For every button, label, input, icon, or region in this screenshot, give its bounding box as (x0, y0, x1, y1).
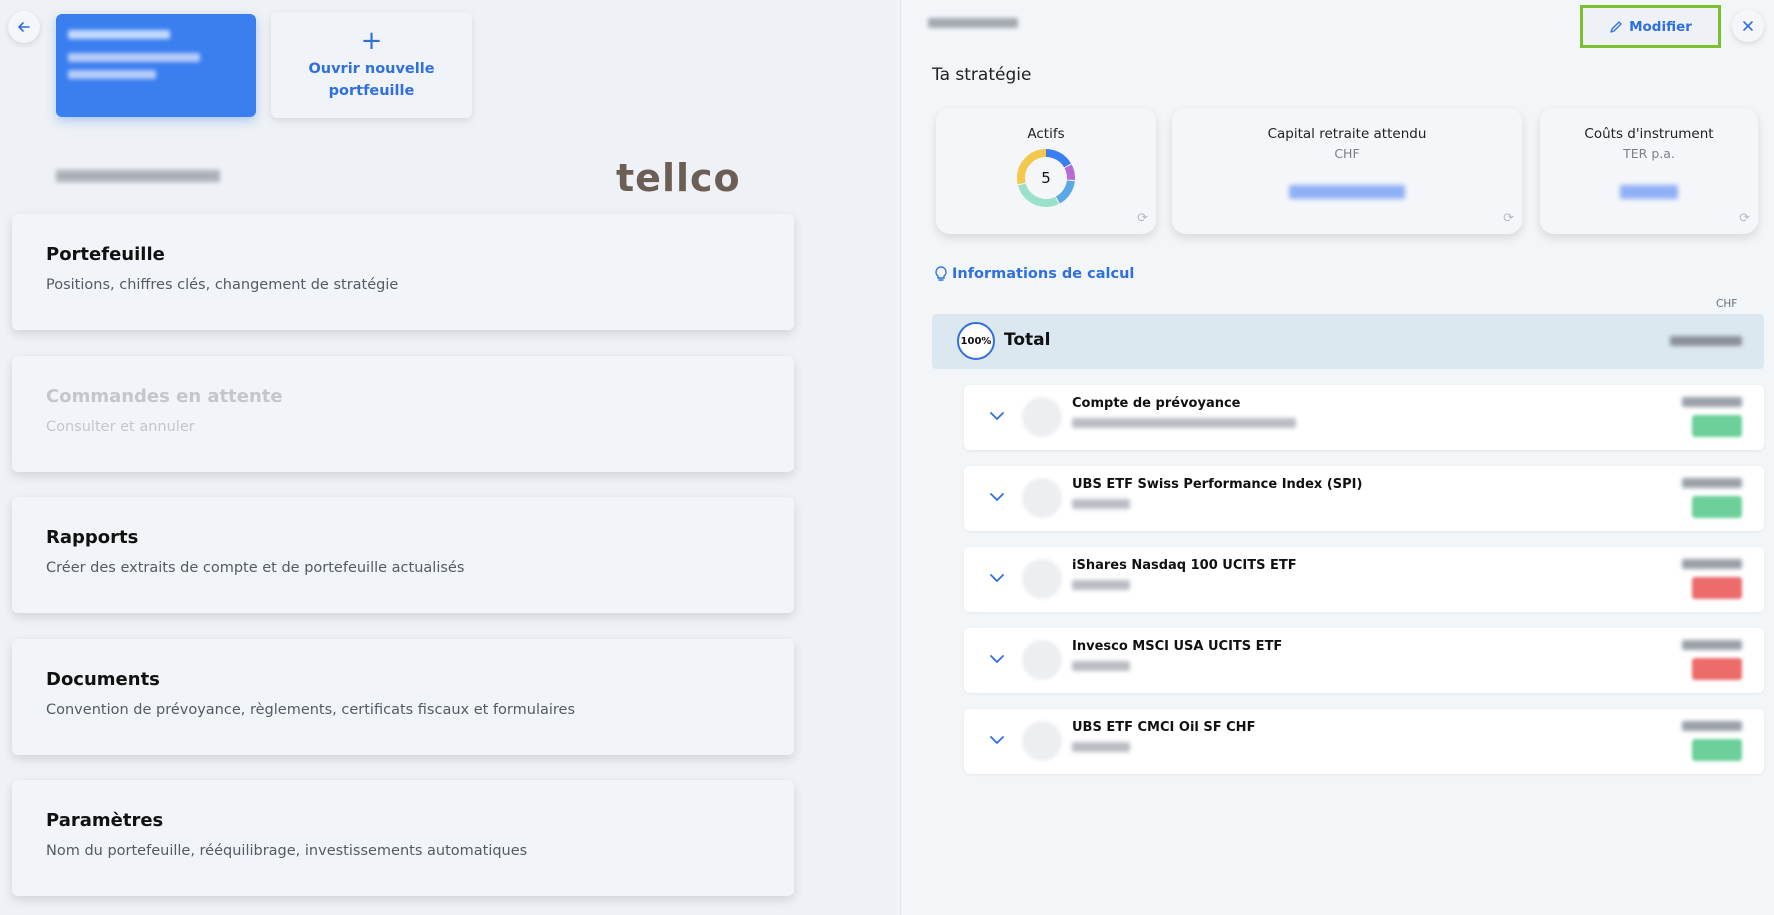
refresh-icon: ⟳ (1137, 211, 1148, 226)
new-portfolio-label-line1: Ouvrir nouvelle (308, 61, 435, 77)
position-amount-redacted (1682, 559, 1742, 569)
kpi-costs-label: Coûts d'instrument (1584, 126, 1714, 142)
user-name-redacted (56, 170, 220, 182)
modify-button[interactable]: Modifier (1580, 5, 1721, 48)
total-label: Total (1004, 330, 1051, 350)
kpi-costs-value-redacted (1620, 185, 1678, 199)
position-row[interactable]: UBS ETF CMCI Oil SF CHF (964, 709, 1764, 774)
position-name: UBS ETF Swiss Performance Index (SPI) (1072, 477, 1363, 492)
position-change-badge (1692, 577, 1742, 599)
kpi-capital-value-redacted (1289, 185, 1405, 199)
position-detail-redacted (1072, 418, 1296, 428)
plus-icon: + (360, 26, 383, 56)
menu-item-subtitle: Consulter et annuler (46, 419, 195, 435)
lightbulb-icon (935, 266, 947, 281)
strategy-title: Ta stratégie (932, 65, 1032, 85)
modify-label: Modifier (1629, 18, 1692, 35)
menu-item-subtitle: Positions, chiffres clés, changement de … (46, 277, 399, 293)
menu-item-documents[interactable]: Documents Convention de prévoyance, règl… (12, 639, 794, 755)
position-detail-redacted (1072, 580, 1130, 590)
portfolio-value-redacted (68, 70, 156, 79)
position-detail-redacted (1072, 742, 1130, 752)
asset-allocation-donut: 5 (1016, 148, 1076, 208)
instrument-logo (1022, 640, 1062, 680)
menu-item-subtitle: Convention de prévoyance, règlements, ce… (46, 702, 576, 718)
menu-item-subtitle: Nom du portefeuille, rééquilibrage, inve… (46, 843, 528, 859)
menu-item-title: Portefeuille (46, 244, 165, 265)
chevron-down-icon[interactable] (990, 490, 1004, 506)
close-button[interactable] (1732, 10, 1764, 42)
kpi-assets-card[interactable]: Actifs 5 ⟳ (936, 108, 1156, 234)
chevron-down-icon[interactable] (990, 652, 1004, 668)
kpi-assets-count: 5 (1041, 169, 1051, 187)
kpi-capital-card[interactable]: Capital retraite attendu CHF ⟳ (1172, 108, 1522, 234)
currency-header: CHF (1716, 298, 1738, 310)
position-change-badge (1692, 496, 1742, 518)
instrument-logo (1022, 397, 1062, 437)
total-row: 100% Total (932, 314, 1764, 369)
portfolio-number-redacted (68, 53, 200, 62)
open-new-portfolio-button[interactable]: + Ouvrir nouvelle portfeuille (271, 12, 472, 118)
calculation-info-label: Informations de calcul (952, 266, 1135, 282)
position-amount-redacted (1682, 397, 1742, 407)
position-row[interactable]: UBS ETF Swiss Performance Index (SPI) (964, 466, 1764, 531)
kpi-costs-card[interactable]: Coûts d'instrument TER p.a. ⟳ (1540, 108, 1758, 234)
pencil-icon (1610, 20, 1622, 33)
position-change-badge (1692, 415, 1742, 437)
kpi-capital-label: Capital retraite attendu (1267, 126, 1427, 142)
active-portfolio-card[interactable] (56, 14, 256, 117)
account-name-redacted (928, 18, 1018, 28)
tellco-logo: tellco (616, 156, 741, 200)
menu-item-rapports[interactable]: Rapports Créer des extraits de compte et… (12, 497, 794, 613)
total-percent-badge: 100% (957, 322, 995, 360)
instrument-logo (1022, 559, 1062, 599)
calculation-info-link[interactable]: Informations de calcul (934, 266, 1134, 282)
total-amount-redacted (1670, 336, 1742, 346)
position-amount-redacted (1682, 640, 1742, 650)
chevron-down-icon[interactable] (990, 409, 1004, 425)
chevron-down-icon[interactable] (990, 733, 1004, 749)
kpi-capital-unit: CHF (1334, 146, 1360, 161)
new-portfolio-label-line2: portfeuille (328, 83, 415, 99)
refresh-icon: ⟳ (1503, 211, 1514, 226)
menu-item-subtitle: Créer des extraits de compte et de porte… (46, 560, 465, 576)
position-amount-redacted (1682, 478, 1742, 488)
kpi-assets-label: Actifs (1027, 126, 1065, 142)
menu-item-title: Documents (46, 669, 160, 690)
position-name: Invesco MSCI USA UCITS ETF (1072, 639, 1283, 654)
position-row[interactable]: Invesco MSCI USA UCITS ETF (964, 628, 1764, 693)
menu-item-title: Rapports (46, 527, 139, 548)
arrow-left-icon (18, 22, 30, 32)
kpi-costs-unit: TER p.a. (1623, 146, 1675, 161)
portfolio-name-redacted (68, 30, 170, 39)
position-change-badge (1692, 739, 1742, 761)
chevron-down-icon[interactable] (990, 571, 1004, 587)
menu-item-parametres[interactable]: Paramètres Nom du portefeuille, rééquili… (12, 780, 794, 896)
position-row[interactable]: Compte de prévoyance (964, 385, 1764, 450)
position-amount-redacted (1682, 721, 1742, 731)
close-icon (1743, 21, 1753, 31)
position-name: UBS ETF CMCI Oil SF CHF (1072, 720, 1256, 735)
menu-item-title: Paramètres (46, 810, 164, 831)
menu-item-portefeuille[interactable]: Portefeuille Positions, chiffres clés, c… (12, 214, 794, 330)
left-panel: + Ouvrir nouvelle portfeuille tellco Por… (0, 0, 900, 915)
position-name: Compte de prévoyance (1072, 396, 1241, 411)
back-button[interactable] (8, 11, 40, 43)
menu-item-title: Commandes en attente (46, 386, 283, 407)
menu-item-commandes: Commandes en attente Consulter et annule… (12, 356, 794, 472)
position-change-badge (1692, 658, 1742, 680)
position-detail-redacted (1072, 499, 1130, 509)
position-detail-redacted (1072, 661, 1130, 671)
position-name: iShares Nasdaq 100 UCITS ETF (1072, 558, 1297, 573)
position-row[interactable]: iShares Nasdaq 100 UCITS ETF (964, 547, 1764, 612)
instrument-logo (1022, 721, 1062, 761)
refresh-icon: ⟳ (1739, 211, 1750, 226)
instrument-logo (1022, 478, 1062, 518)
